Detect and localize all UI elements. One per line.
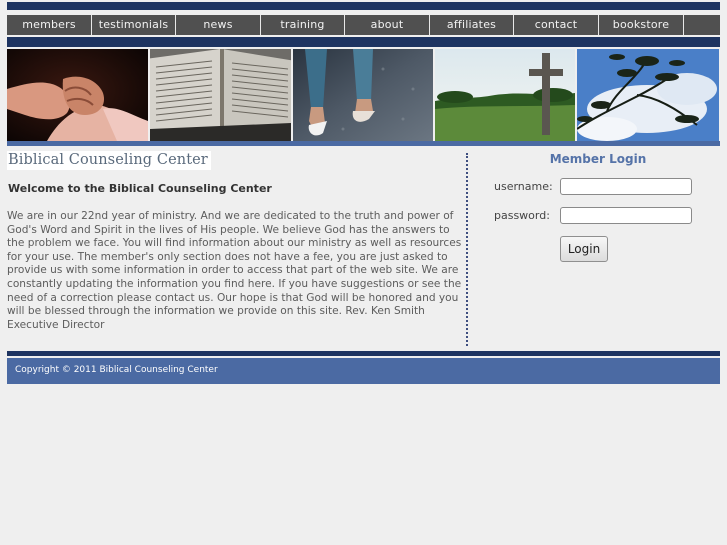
nav-item-contact[interactable]: contact (514, 15, 599, 35)
banner-image-sky (577, 49, 719, 141)
nav-item-training[interactable]: training (261, 15, 345, 35)
column-divider (466, 153, 468, 346)
nav-item-news[interactable]: news (176, 15, 261, 35)
password-input[interactable] (560, 207, 692, 224)
nav-item-about[interactable]: about (345, 15, 430, 35)
banner-image-hands (7, 49, 148, 141)
copyright-text: Copyright © 2011 Biblical Counseling Cen… (15, 365, 218, 375)
nav-spacer (684, 15, 720, 35)
footer-top-stripe (7, 351, 720, 356)
nav-item-members[interactable]: members (7, 15, 92, 35)
banner-underline (7, 141, 720, 146)
username-label: username: (494, 180, 553, 193)
nav-item-testimonials[interactable]: testimonials (92, 15, 176, 35)
nav-item-bookstore[interactable]: bookstore (599, 15, 684, 35)
footer-bar: Copyright © 2011 Biblical Counseling Cen… (7, 358, 720, 384)
main-nav: members testimonials news training about… (7, 15, 720, 35)
top-stripe (7, 2, 720, 10)
member-login-title: Member Login (549, 152, 647, 166)
login-button[interactable]: Login (560, 236, 608, 262)
welcome-heading: Welcome to the Biblical Counseling Cente… (8, 182, 272, 195)
header-banner (7, 49, 720, 141)
welcome-text: We are in our 22nd year of ministry. And… (7, 210, 462, 331)
site-logo: Biblical Counseling Center (7, 151, 211, 170)
username-input[interactable] (560, 178, 692, 195)
nav-item-affiliates[interactable]: affiliates (430, 15, 514, 35)
banner-image-feet (293, 49, 433, 141)
nav-underline-bar (7, 37, 720, 47)
banner-image-bible (150, 49, 291, 141)
banner-image-cross (435, 49, 575, 141)
password-label: password: (494, 209, 550, 222)
